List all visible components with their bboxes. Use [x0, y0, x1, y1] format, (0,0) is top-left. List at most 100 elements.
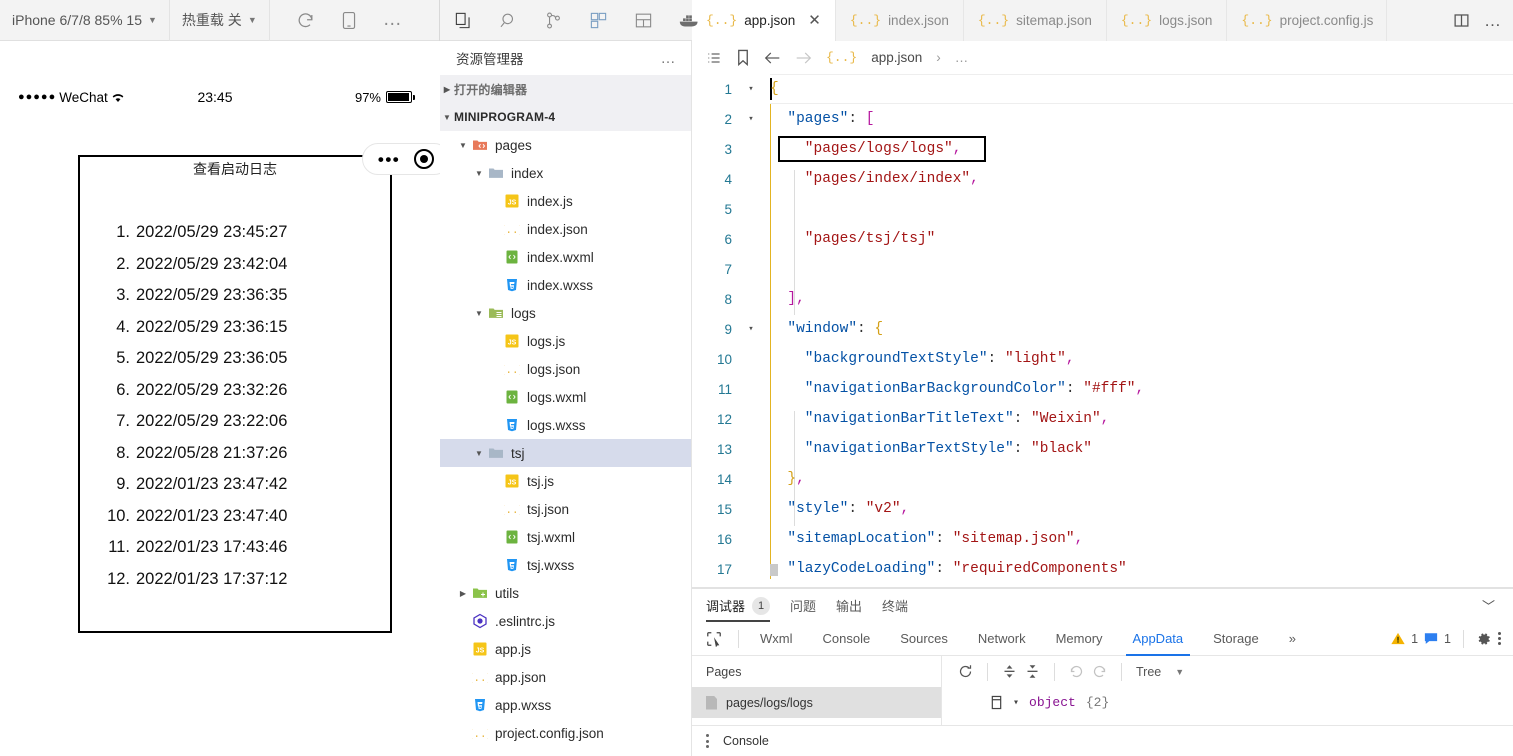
- devtools-tab-Sources[interactable]: Sources: [885, 622, 963, 656]
- tree-file-index.wxml[interactable]: index.wxml: [440, 243, 691, 271]
- forward-arrow-icon[interactable]: [795, 51, 812, 65]
- panel-tab-问题[interactable]: 问题: [790, 589, 816, 622]
- device-icon[interactable]: [341, 11, 357, 30]
- code-text: "navigationBarTitleText": "Weixin",: [762, 411, 1110, 427]
- console-bar[interactable]: Console: [692, 725, 1513, 756]
- tree-file-tsj.js[interactable]: JS tsj.js: [440, 467, 691, 495]
- project-section[interactable]: ▼ MINIPROGRAM-4: [440, 103, 691, 131]
- back-arrow-icon[interactable]: [764, 51, 781, 65]
- panel-tab-调试器[interactable]: 调试器 1: [706, 589, 771, 622]
- code-highlight-box: [778, 136, 986, 162]
- devtools-tab-AppData[interactable]: AppData: [1118, 622, 1199, 656]
- tree-file-tsj.wxss[interactable]: tsj.wxss: [440, 551, 691, 579]
- capsule-more-icon[interactable]: •••: [378, 151, 400, 168]
- outline-icon[interactable]: [706, 50, 722, 66]
- tree-file-app.json[interactable]: {..} app.json: [440, 663, 691, 691]
- tree-folder-utils[interactable]: ▶ utils: [440, 579, 691, 607]
- kebab-menu-icon[interactable]: [1498, 632, 1501, 645]
- code-token: {: [874, 321, 884, 337]
- tree-file-tsj.json[interactable]: {..} tsj.json: [440, 495, 691, 523]
- tree-file-tsj.wxml[interactable]: tsj.wxml: [440, 523, 691, 551]
- tree-folder-pages[interactable]: ▼ pages: [440, 131, 691, 159]
- devtools-tab-Wxml[interactable]: Wxml: [745, 622, 808, 656]
- split-editor-icon[interactable]: [1453, 12, 1470, 29]
- capsule-button[interactable]: •••: [362, 143, 450, 175]
- tabbar-more-icon[interactable]: …: [1484, 12, 1501, 29]
- code-token: :: [848, 111, 866, 127]
- more-icon[interactable]: …: [383, 10, 404, 29]
- editor-tab-app.json[interactable]: {..} app.json ✕: [692, 0, 836, 41]
- breadcrumb-rest[interactable]: …: [955, 50, 969, 65]
- svg-text:{..}: {..}: [504, 363, 520, 376]
- editor-tab-project.config.js[interactable]: {..} project.config.js: [1227, 0, 1388, 41]
- inspect-element-icon[interactable]: [700, 631, 732, 647]
- search-icon[interactable]: [499, 11, 518, 30]
- close-icon[interactable]: ✕: [808, 13, 821, 28]
- folder-utils-icon: [470, 585, 490, 601]
- tree-item-label: index.js: [527, 193, 573, 209]
- redo-icon[interactable]: [1092, 664, 1107, 679]
- code-editor[interactable]: 1 ▾{2 ▾ "pages": [3 "pages/logs/logs", 4 "p…: [692, 74, 1513, 588]
- files-icon[interactable]: [454, 11, 473, 30]
- gear-icon[interactable]: [1476, 631, 1492, 647]
- chevron-up-icon[interactable]: ﹀: [1482, 596, 1513, 615]
- tree-file-logs.wxml[interactable]: logs.wxml: [440, 383, 691, 411]
- editor-tab-sitemap.json[interactable]: {..} sitemap.json: [963, 0, 1107, 41]
- tree-file-app.js[interactable]: JS app.js: [440, 635, 691, 663]
- device-selector[interactable]: iPhone 6/7/8 85% 15 ▼: [0, 0, 170, 41]
- kebab-menu-icon[interactable]: [706, 734, 709, 748]
- source-control-icon[interactable]: [544, 11, 563, 30]
- tree-file-logs.wxss[interactable]: logs.wxss: [440, 411, 691, 439]
- log-index: 6.: [116, 380, 130, 399]
- editor-tab-index.json[interactable]: {..} index.json: [835, 0, 964, 41]
- hot-reload-selector[interactable]: 热重载 关 ▼: [170, 0, 270, 41]
- explorer-more-icon[interactable]: …: [661, 50, 678, 67]
- undo-icon[interactable]: [1069, 664, 1084, 679]
- refresh-icon[interactable]: [296, 11, 315, 30]
- tree-file-project.config.json[interactable]: {..} project.config.json: [440, 719, 691, 747]
- panel-tab-终端[interactable]: 终端: [882, 589, 908, 622]
- tree-file-.eslintrc.js[interactable]: .eslintrc.js: [440, 607, 691, 635]
- extensions-icon[interactable]: [589, 11, 608, 30]
- tree-file-index.wxss[interactable]: index.wxss: [440, 271, 691, 299]
- tree-file-app.wxss[interactable]: app.wxss: [440, 691, 691, 719]
- tree-folder-index[interactable]: ▼ index: [440, 159, 691, 187]
- fold-chevron-icon[interactable]: ▾: [740, 84, 762, 94]
- chevron-down-icon[interactable]: ▼: [1175, 667, 1184, 677]
- refresh-icon[interactable]: [958, 664, 973, 679]
- warning-icon[interactable]: [1391, 632, 1405, 645]
- devtools-status: 1 1: [1391, 629, 1513, 648]
- object-toggle-icon[interactable]: [990, 695, 1003, 710]
- message-icon[interactable]: [1424, 632, 1438, 645]
- tree-folder-logs[interactable]: ▼ logs: [440, 299, 691, 327]
- docker-icon[interactable]: [679, 12, 700, 28]
- tree-file-index.json[interactable]: {..} index.json: [440, 215, 691, 243]
- editor-tab-logs.json[interactable]: {..} logs.json: [1106, 0, 1228, 41]
- devtools-tab-Network[interactable]: Network: [963, 622, 1041, 656]
- code-line: 3 "pages/logs/logs",: [692, 134, 1513, 164]
- bookmark-icon[interactable]: [736, 49, 750, 66]
- tree-file-logs.json[interactable]: {..} logs.json: [440, 355, 691, 383]
- panel-tab-输出[interactable]: 输出: [836, 589, 862, 622]
- layout-icon[interactable]: [634, 11, 653, 30]
- devtools-tab-Memory[interactable]: Memory: [1041, 622, 1118, 656]
- tree-folder-tsj[interactable]: ▼ tsj: [440, 439, 691, 467]
- page-list-item[interactable]: pages/logs/logs: [692, 687, 941, 718]
- appdata-object-row[interactable]: ▾ object {2}: [942, 687, 1513, 718]
- log-item: 7. 2022/05/29 23:22:06: [100, 406, 390, 438]
- devtools-overflow[interactable]: »: [1274, 622, 1311, 656]
- collapse-all-icon[interactable]: [1025, 664, 1040, 679]
- breadcrumb-file[interactable]: app.json: [871, 50, 922, 65]
- tree-file-logs.js[interactable]: JS logs.js: [440, 327, 691, 355]
- tree-file-index.js[interactable]: JS index.js: [440, 187, 691, 215]
- fold-chevron-icon[interactable]: ▾: [740, 114, 762, 124]
- expand-all-icon[interactable]: [1002, 664, 1017, 679]
- devtools-tab-Storage[interactable]: Storage: [1198, 622, 1274, 656]
- view-mode-label[interactable]: Tree: [1136, 665, 1161, 679]
- fold-chevron-icon[interactable]: ▾: [740, 324, 762, 334]
- devtools-tab-Console[interactable]: Console: [808, 622, 886, 656]
- object-caret-icon[interactable]: ▾: [1013, 697, 1019, 709]
- capsule-target-icon[interactable]: [414, 149, 435, 169]
- open-editors-section[interactable]: ▶ 打开的编辑器: [440, 75, 691, 103]
- tree-item-label: utils: [495, 585, 520, 601]
